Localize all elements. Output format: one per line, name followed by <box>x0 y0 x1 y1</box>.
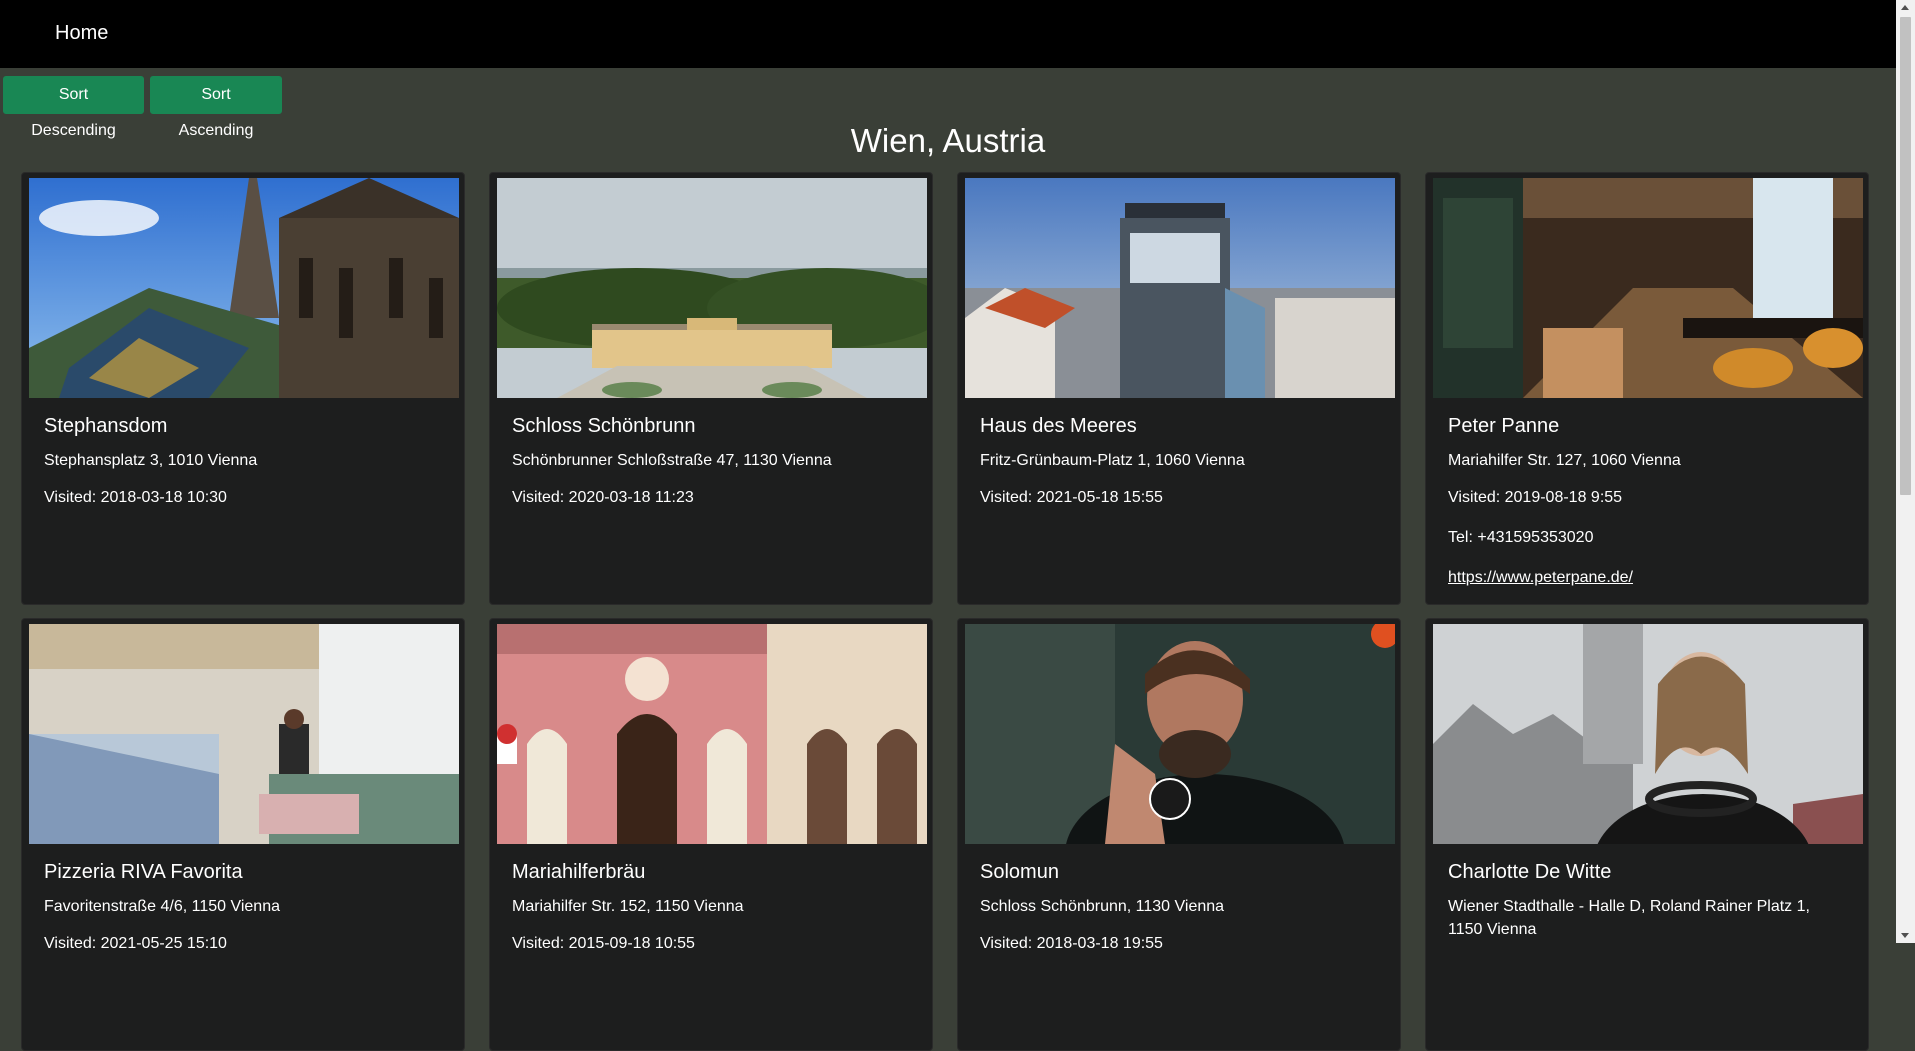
dj-portrait-photo <box>965 624 1395 844</box>
tower-building-photo <box>965 178 1395 398</box>
card-image <box>1433 624 1863 844</box>
card-phone: Tel: +431595353020 <box>1448 529 1594 546</box>
scrollbar-thumb[interactable] <box>1900 17 1911 495</box>
card-visited: Visited: 2020-03-18 11:23 <box>512 489 694 506</box>
card-image <box>29 178 459 398</box>
scroll-down-icon[interactable] <box>1901 933 1909 938</box>
card-title: Pizzeria RIVA Favorita <box>44 861 243 883</box>
card-image <box>965 178 1395 398</box>
card-title: Schloss Schönbrunn <box>512 415 696 437</box>
place-card: Pizzeria RIVA Favorita Favoritenstraße 4… <box>21 618 465 1051</box>
card-image <box>1433 178 1863 398</box>
sort-ascending-button[interactable]: Sort Ascending <box>150 76 282 139</box>
place-card: Solomun Schloss Schönbrunn, 1130 Vienna … <box>957 618 1401 1051</box>
card-title: Solomun <box>980 861 1059 883</box>
card-image <box>497 178 927 398</box>
card-visited: Visited: 2021-05-18 15:55 <box>980 489 1163 506</box>
sort-descending-button[interactable]: Sort Descending <box>3 76 144 139</box>
place-card: Schloss Schönbrunn Schönbrunner Schloßst… <box>489 172 933 605</box>
card-website-link[interactable]: https://www.peterpane.de/ <box>1448 569 1633 587</box>
place-card: Charlotte De Witte Wiener Stadthalle - H… <box>1425 618 1869 1051</box>
card-visited: Visited: 2018-03-18 19:55 <box>980 935 1163 952</box>
card-address: Fritz-Grünbaum-Platz 1, 1060 Vienna <box>980 452 1245 469</box>
page-title: Wien, Austria <box>850 122 1046 159</box>
place-card: Stephansdom Stephansplatz 3, 1010 Vienna… <box>21 172 465 605</box>
card-address: Stephansplatz 3, 1010 Vienna <box>44 452 258 469</box>
dj-portrait-photo-2 <box>1433 624 1863 844</box>
card-address: Wiener Stadthalle - Halle D, Roland Rain… <box>1448 898 1810 938</box>
place-card: Mariahilferbräu Mariahilfer Str. 152, 11… <box>489 618 933 1051</box>
card-visited: Visited: 2018-03-18 10:30 <box>44 489 227 506</box>
pizzeria-interior-photo <box>29 624 459 844</box>
card-address: Mariahilfer Str. 127, 1060 Vienna <box>1448 452 1681 469</box>
card-title: Peter Panne <box>1448 415 1560 437</box>
scroll-up-icon[interactable] <box>1901 5 1909 10</box>
place-card: Peter Panne Mariahilfer Str. 127, 1060 V… <box>1425 172 1869 605</box>
card-address: Favoritenstraße 4/6, 1150 Vienna <box>44 898 280 915</box>
nav-home-link[interactable]: Home <box>55 22 108 45</box>
restaurant-interior-photo <box>1433 178 1863 398</box>
card-address: Mariahilfer Str. 152, 1150 Vienna <box>512 898 744 915</box>
card-title: Mariahilferbräu <box>512 861 646 883</box>
pink-facade-photo <box>497 624 927 844</box>
scrollbar[interactable] <box>1896 0 1915 943</box>
card-image <box>29 624 459 844</box>
navbar: Home <box>0 0 1896 68</box>
card-title: Charlotte De Witte <box>1448 861 1612 883</box>
card-visited: Visited: 2021-05-25 15:10 <box>44 935 227 952</box>
cathedral-photo <box>29 178 459 398</box>
card-title: Haus des Meeres <box>980 415 1137 437</box>
card-image <box>965 624 1395 844</box>
palace-aerial-photo <box>497 178 927 398</box>
card-address: Schönbrunner Schloßstraße 47, 1130 Vienn… <box>512 452 832 469</box>
card-visited: Visited: 2015-09-18 10:55 <box>512 935 695 952</box>
card-title: Stephansdom <box>44 415 168 437</box>
card-image <box>497 624 927 844</box>
place-card: Haus des Meeres Fritz-Grünbaum-Platz 1, … <box>957 172 1401 605</box>
card-address: Schloss Schönbrunn, 1130 Vienna <box>980 898 1225 915</box>
card-visited: Visited: 2019-08-18 9:55 <box>1448 489 1623 506</box>
